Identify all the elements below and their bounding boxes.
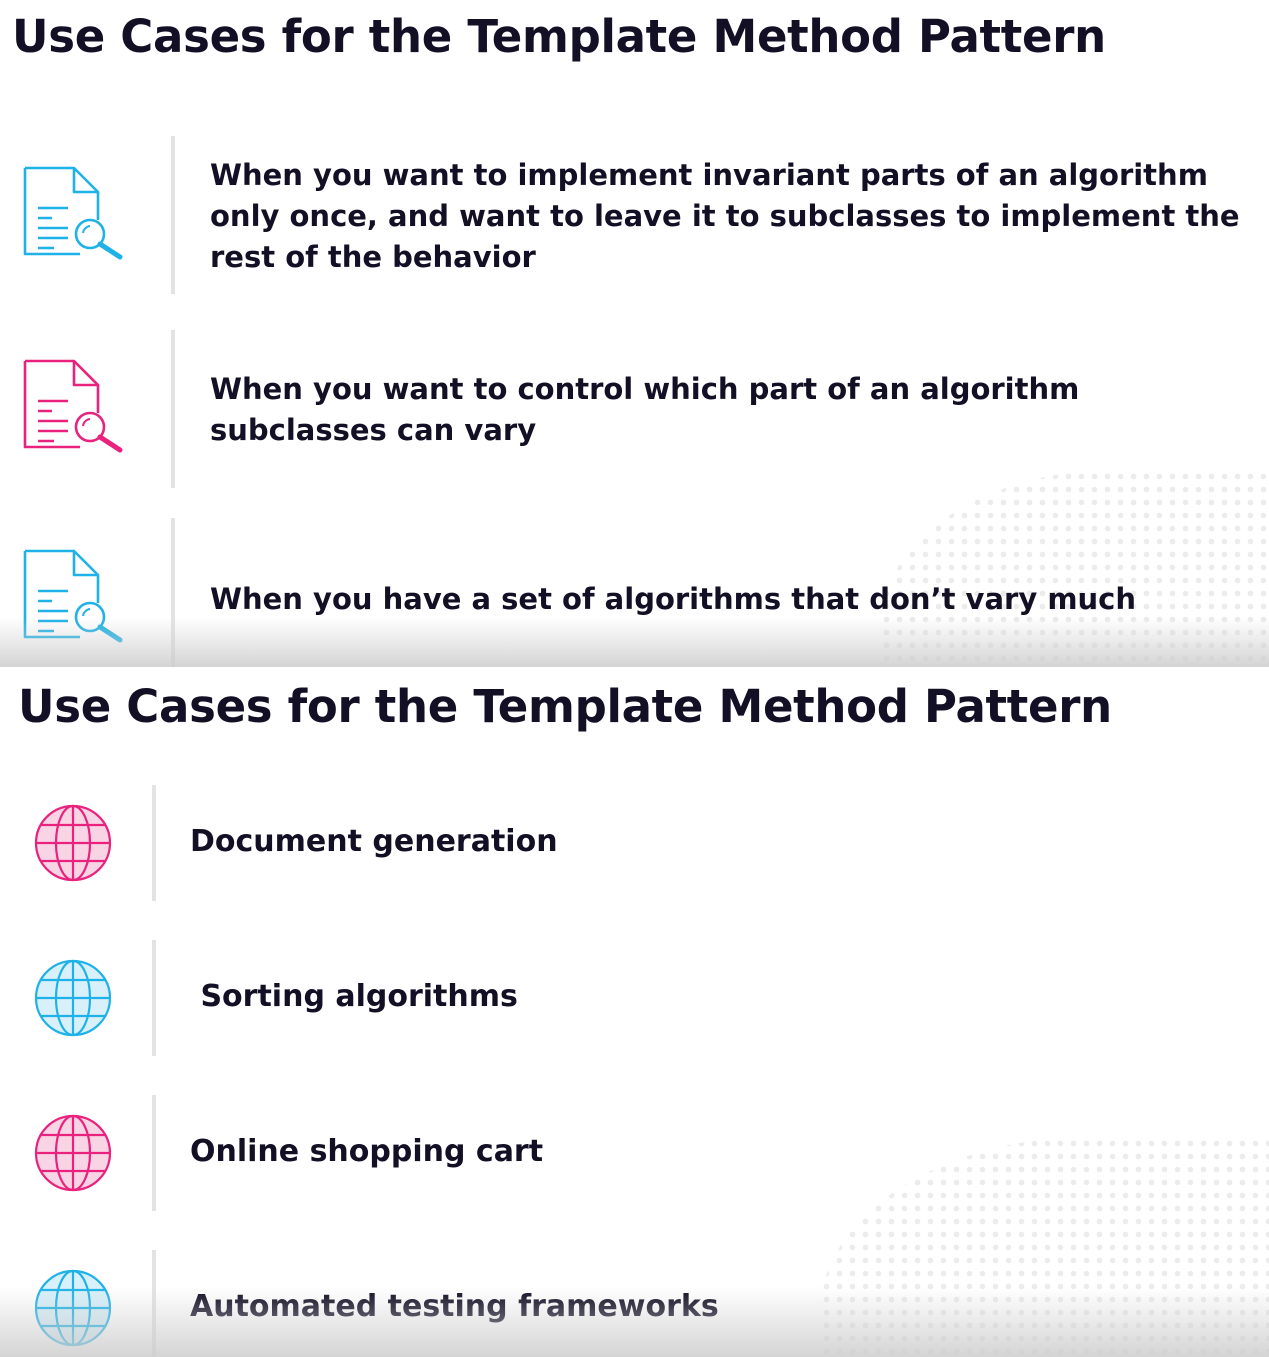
divider [152,785,156,901]
use-case-text: When you want to implement invariant par… [210,158,1240,274]
globe-icon [33,803,113,883]
use-case-text: Sorting algorithms [190,979,518,1014]
globe-icon [33,1113,113,1193]
slide-title: Use Cases for the Template Method Patter… [12,10,1106,63]
use-case-row: When you want to control which part of a… [0,330,1269,488]
divider [171,330,175,488]
divider [171,136,175,294]
use-case-text: Online shopping cart [190,1134,544,1169]
use-case-text: When you have a set of algorithms that d… [210,582,1137,616]
slide-use-cases-1: Use Cases for the Template Method Patter… [0,0,1269,667]
slide-use-cases-2: Use Cases for the Template Method Patter… [0,667,1269,1357]
use-case-row: When you have a set of algorithms that d… [0,518,1269,667]
use-case-row: Sorting algorithms [0,940,1269,1056]
divider [171,518,175,667]
use-case-text: When you want to control which part of a… [210,372,1080,447]
slide-title: Use Cases for the Template Method Patter… [18,680,1112,733]
use-case-row: Document generation [0,785,1269,901]
use-case-row: When you want to implement invariant par… [0,136,1269,294]
use-case-row: Automated testing frameworks [0,1250,1269,1357]
document-search-icon [22,547,126,647]
use-case-text: Automated testing frameworks [190,1289,719,1324]
globe-icon [33,1268,113,1348]
document-search-icon [22,164,126,264]
use-case-text: Document generation [190,824,558,859]
document-search-icon [22,357,126,457]
globe-icon [33,958,113,1038]
use-case-row: Online shopping cart [0,1095,1269,1211]
divider [152,940,156,1056]
divider [152,1095,156,1211]
divider [152,1250,156,1357]
